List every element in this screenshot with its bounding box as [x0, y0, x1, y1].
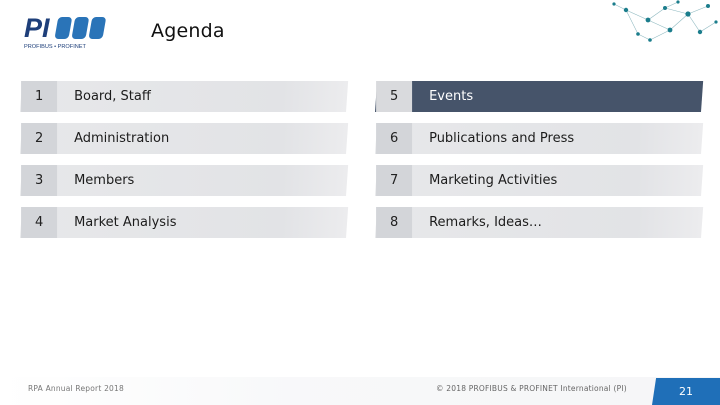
agenda-item-number: 6 [376, 123, 413, 154]
page-number: 21 [652, 378, 720, 405]
agenda-item-5[interactable]: 5 Events [375, 81, 704, 112]
agenda-item-label: Market Analysis [74, 215, 177, 230]
agenda-item-number: 8 [376, 207, 413, 238]
agenda-item-7[interactable]: 7 Marketing Activities [375, 165, 704, 196]
agenda-item-6[interactable]: 6 Publications and Press [375, 123, 704, 154]
agenda-item-label: Events [429, 89, 474, 104]
agenda-item-label: Marketing Activities [429, 173, 558, 188]
agenda-item-4[interactable]: 4 Market Analysis [20, 207, 349, 238]
agenda-item-label: Administration [74, 131, 170, 146]
agenda-item-3[interactable]: 3 Members [20, 165, 349, 196]
agenda-item-number: 7 [376, 165, 413, 196]
logo-text: PI [24, 13, 50, 43]
network-graphic [612, 0, 718, 42]
footer-report-name: RPA Annual Report 2018 [28, 384, 124, 393]
agenda-item-1[interactable]: 1 Board, Staff [20, 81, 349, 112]
agenda-item-label: Members [74, 173, 135, 188]
agenda-item-number: 4 [21, 207, 58, 238]
page-title: Agenda [151, 20, 225, 42]
agenda-item-label: Remarks, Ideas… [429, 215, 542, 230]
agenda-item-label: Publications and Press [429, 131, 575, 146]
pi-logo: PI PROFIBUS • PROFINET [24, 13, 106, 50]
agenda-item-label: Board, Staff [74, 89, 151, 104]
agenda-item-number: 3 [21, 165, 58, 196]
agenda-item-number: 2 [21, 123, 58, 154]
agenda-item-8[interactable]: 8 Remarks, Ideas… [375, 207, 704, 238]
agenda-item-2[interactable]: 2 Administration [20, 123, 349, 154]
logo-subtext: PROFIBUS • PROFINET [24, 44, 87, 50]
agenda-item-number: 5 [376, 81, 413, 112]
agenda-item-number: 1 [21, 81, 58, 112]
footer-copyright: © 2018 PROFIBUS & PROFINET International… [436, 384, 627, 393]
